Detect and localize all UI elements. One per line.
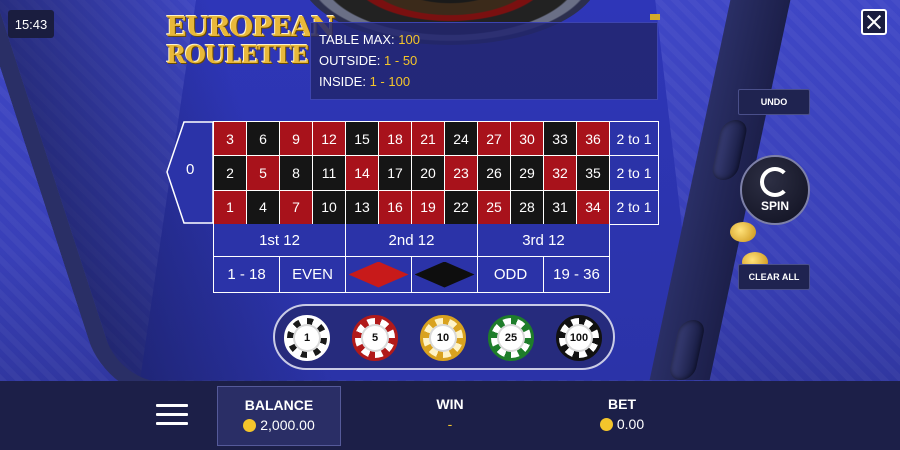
clock: 15:43 — [8, 10, 54, 38]
number-cell[interactable]: 17 — [379, 156, 412, 191]
balance-panel: BALANCE 2,000.00 — [217, 386, 341, 446]
number-cell[interactable]: 15 — [346, 122, 379, 157]
number-cell[interactable]: 32 — [544, 156, 577, 191]
chip-1-label: 1 — [293, 324, 321, 352]
win-label: WIN — [436, 396, 464, 412]
chip-100-label: 100 — [565, 324, 593, 352]
number-cell[interactable]: 2 — [214, 156, 247, 191]
chip-10-label: 10 — [429, 324, 457, 352]
number-cell[interactable]: 10 — [313, 190, 346, 225]
number-grid: 3 6 9 12 15 18 21 24 27 30 33 36 2 to 1 2 5 8 11 14 17 20 23… — [213, 121, 659, 225]
black-diamond-icon — [414, 261, 475, 288]
win-panel: WIN - — [400, 386, 500, 432]
limit-table-max: TABLE MAX: 100 — [319, 32, 420, 47]
bet-red[interactable] — [346, 257, 412, 293]
number-cell[interactable]: 1 — [214, 190, 247, 225]
number-cell[interactable]: 21 — [412, 122, 445, 157]
balance-label: BALANCE — [244, 397, 314, 413]
number-cell[interactable]: 36 — [577, 122, 610, 157]
spin-arrow-icon — [760, 167, 790, 197]
number-cell[interactable]: 22 — [445, 190, 478, 225]
bet-19-36[interactable]: 19 - 36 — [544, 257, 610, 293]
number-cell[interactable]: 6 — [247, 122, 280, 157]
number-cell[interactable]: 33 — [544, 122, 577, 157]
number-cell[interactable]: 14 — [346, 156, 379, 191]
bet-label: BET — [608, 396, 636, 412]
number-cell[interactable]: 19 — [412, 190, 445, 225]
bet-1-18[interactable]: 1 - 18 — [214, 257, 280, 293]
dozen-bet[interactable]: 3rd 12 — [478, 224, 610, 257]
number-cell[interactable]: 18 — [379, 122, 412, 157]
number-cell[interactable]: 12 — [313, 122, 346, 157]
undo-button[interactable]: UNDO — [738, 89, 810, 115]
spin-button[interactable]: SPIN — [740, 155, 810, 225]
menu-icon[interactable] — [156, 404, 188, 426]
bet-odd[interactable]: ODD — [478, 257, 544, 293]
dozen-bet[interactable]: 1st 12 — [214, 224, 346, 257]
number-cell[interactable]: 25 — [478, 190, 511, 225]
zero-label: 0 — [186, 161, 195, 178]
outside-bets: 1 - 18 EVEN ODD 19 - 36 — [213, 257, 610, 293]
number-cell[interactable]: 23 — [445, 156, 478, 191]
number-cell[interactable]: 31 — [544, 190, 577, 225]
wheel-pin-icon — [650, 14, 660, 20]
coin-smiley-icon — [243, 418, 257, 432]
coin-smiley-icon — [599, 417, 613, 431]
win-value: - — [447, 416, 453, 432]
chip-25-label: 25 — [497, 324, 525, 352]
spin-label: SPIN — [760, 199, 789, 213]
logo-line-2: ROULETTE — [166, 40, 309, 69]
balance-value: 2,000.00 — [260, 417, 315, 433]
number-cell[interactable]: 30 — [511, 122, 544, 157]
number-cell[interactable]: 13 — [346, 190, 379, 225]
column-bet-2-to-1[interactable]: 2 to 1 — [610, 122, 659, 157]
chip-25[interactable]: 25 — [488, 315, 534, 361]
bet-black[interactable] — [412, 257, 478, 293]
chip-5-label: 5 — [361, 324, 389, 352]
number-cell[interactable]: 20 — [412, 156, 445, 191]
number-cell[interactable]: 27 — [478, 122, 511, 157]
number-cell[interactable]: 9 — [280, 122, 313, 157]
number-cell[interactable]: 4 — [247, 190, 280, 225]
chip-100[interactable]: 100 — [556, 315, 602, 361]
coin-icon — [730, 222, 756, 242]
chip-10[interactable]: 10 — [420, 315, 466, 361]
number-cell[interactable]: 5 — [247, 156, 280, 191]
close-button[interactable] — [861, 9, 887, 35]
bet-value: 0.00 — [616, 416, 645, 432]
number-cell[interactable]: 26 — [478, 156, 511, 191]
chip-1[interactable]: 1 — [284, 315, 330, 361]
number-cell[interactable]: 8 — [280, 156, 313, 191]
bet-even[interactable]: EVEN — [280, 257, 346, 293]
chip-tray: 1 5 10 25 100 — [273, 304, 615, 370]
number-cell[interactable]: 28 — [511, 190, 544, 225]
clear-all-button[interactable]: CLEAR ALL — [738, 264, 810, 290]
number-cell[interactable]: 34 — [577, 190, 610, 225]
column-bet-2-to-1[interactable]: 2 to 1 — [610, 156, 659, 191]
number-cell[interactable]: 7 — [280, 190, 313, 225]
limit-inside: INSIDE: 1 - 100 — [319, 74, 411, 89]
logo-line-1: EUROPEAN — [166, 12, 336, 43]
dozen-bet[interactable]: 2nd 12 — [346, 224, 478, 257]
number-cell[interactable]: 29 — [511, 156, 544, 191]
number-cell[interactable]: 35 — [577, 156, 610, 191]
red-diamond-icon — [348, 261, 409, 288]
number-cell[interactable]: 3 — [214, 122, 247, 157]
number-cell[interactable]: 24 — [445, 122, 478, 157]
chip-5[interactable]: 5 — [352, 315, 398, 361]
number-cell[interactable]: 11 — [313, 156, 346, 191]
table-limits-panel: TABLE MAX: 100 OUTSIDE: 1 - 50 INSIDE: 1… — [310, 22, 658, 100]
column-bet-2-to-1[interactable]: 2 to 1 — [610, 190, 659, 225]
limit-outside: OUTSIDE: 1 - 50 — [319, 53, 418, 68]
number-cell[interactable]: 16 — [379, 190, 412, 225]
game-logo: EUROPEAN ROULETTE — [166, 12, 336, 69]
bet-panel: BET 0.00 — [572, 386, 672, 432]
dozen-bets: 1st 12 2nd 12 3rd 12 — [213, 224, 610, 257]
